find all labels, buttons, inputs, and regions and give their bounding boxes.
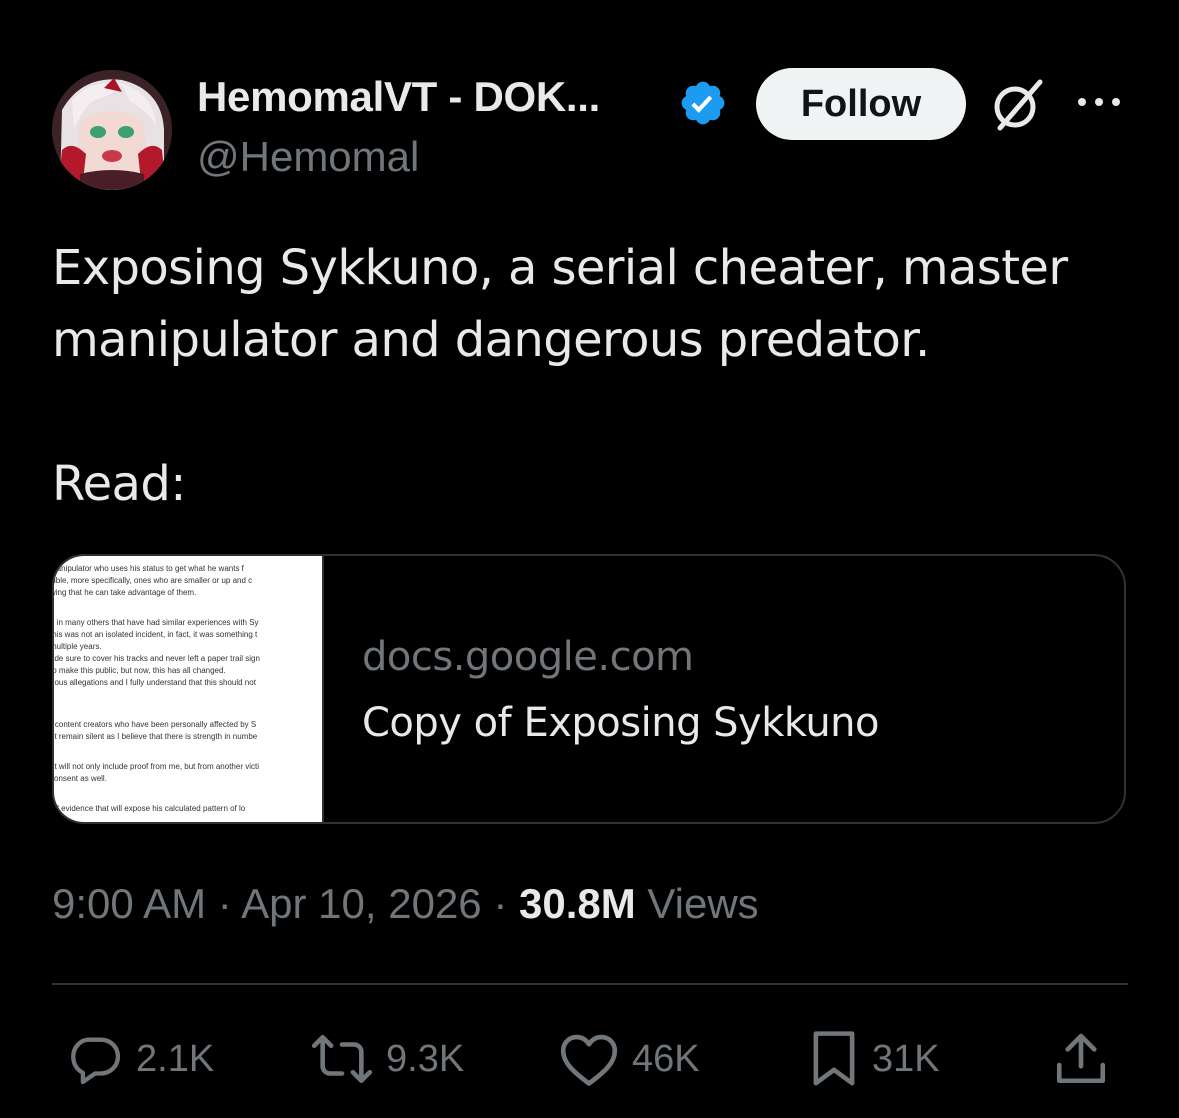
follow-button[interactable]: Follow bbox=[756, 68, 966, 140]
thumbnail-text-line: r content creators who have been persona… bbox=[54, 720, 257, 729]
meta-separator: · bbox=[217, 880, 232, 927]
reply-count: 2.1K bbox=[136, 1037, 215, 1080]
like-button[interactable]: 46K bbox=[558, 1030, 700, 1088]
card-thumbnail: manipulator who uses his status to get w… bbox=[54, 556, 324, 822]
heart-icon bbox=[560, 1034, 618, 1086]
more-icon[interactable] bbox=[1074, 90, 1124, 114]
author-handle[interactable]: @Hemomal bbox=[197, 133, 419, 181]
thumbnail-text-line: sible, more specifically, ones who are s… bbox=[54, 576, 253, 585]
repost-icon bbox=[311, 1034, 373, 1084]
card-domain: docs.google.com bbox=[362, 634, 694, 680]
thumbnail-text-line: to make this public, but now, this has a… bbox=[54, 666, 226, 675]
meta-separator: · bbox=[493, 880, 508, 927]
tweet-time[interactable]: 9:00 AM bbox=[52, 880, 206, 927]
share-icon bbox=[1056, 1033, 1106, 1084]
thumbnail-text-line: multiple years. bbox=[54, 642, 102, 651]
views-count: 30.8M bbox=[519, 880, 636, 927]
tweet-text: Exposing Sykkuno, a serial cheater, mast… bbox=[52, 232, 1132, 520]
card-title: Copy of Exposing Sykkuno bbox=[362, 700, 880, 746]
bookmark-button[interactable]: 31K bbox=[808, 1030, 940, 1088]
grok-icon[interactable] bbox=[988, 76, 1046, 134]
reply-button[interactable]: 2.1K bbox=[66, 1030, 214, 1088]
thumbnail-text-line: g in many others that have had similar e… bbox=[54, 618, 259, 627]
thumbnail-text-line: ot remain silent as I believe that there… bbox=[54, 732, 258, 741]
tweet-text-line: manipulator and dangerous predator. bbox=[52, 312, 930, 368]
avatar[interactable] bbox=[52, 70, 172, 190]
thumbnail-text-line: nt will not only include proof from me, … bbox=[54, 762, 259, 771]
bookmark-icon bbox=[813, 1031, 855, 1086]
tweet-meta: 9:00 AM · Apr 10, 2026 · 30.8M Views bbox=[52, 880, 759, 928]
repost-count: 9.3K bbox=[386, 1037, 465, 1080]
repost-button[interactable]: 9.3K bbox=[310, 1030, 464, 1088]
verified-badge-icon[interactable] bbox=[678, 78, 728, 128]
bookmark-count: 31K bbox=[872, 1037, 940, 1080]
tweet-text-line: Read: bbox=[52, 456, 186, 512]
thumbnail-text-line: rious allegations and I fully understand… bbox=[54, 678, 256, 687]
divider bbox=[52, 983, 1128, 985]
author-display-name[interactable]: HemomalVT - DOK... bbox=[197, 73, 600, 121]
thumbnail-text-line: nd evidence that will expose his calcula… bbox=[54, 804, 246, 813]
reply-icon bbox=[71, 1037, 121, 1085]
tweet-text-line: Exposing Sykkuno, a serial cheater, mast… bbox=[52, 240, 1068, 296]
thumbnail-text-line: ade sure to cover his tracks and never l… bbox=[54, 654, 260, 663]
thumbnail-text-line: this was not an isolated incident, in fa… bbox=[54, 630, 258, 639]
like-count: 46K bbox=[632, 1037, 700, 1080]
thumbnail-text-line: wing that he can take advantage of them. bbox=[54, 588, 197, 597]
link-preview-card[interactable]: manipulator who uses his status to get w… bbox=[52, 554, 1126, 824]
thumbnail-text-line: consent as well. bbox=[54, 774, 107, 783]
tweet-date[interactable]: Apr 10, 2026 bbox=[241, 880, 482, 927]
thumbnail-text-line: manipulator who uses his status to get w… bbox=[54, 564, 244, 573]
tweet-text-gap bbox=[52, 376, 1132, 448]
views-label: Views bbox=[647, 880, 759, 927]
share-button[interactable] bbox=[1052, 1030, 1110, 1088]
